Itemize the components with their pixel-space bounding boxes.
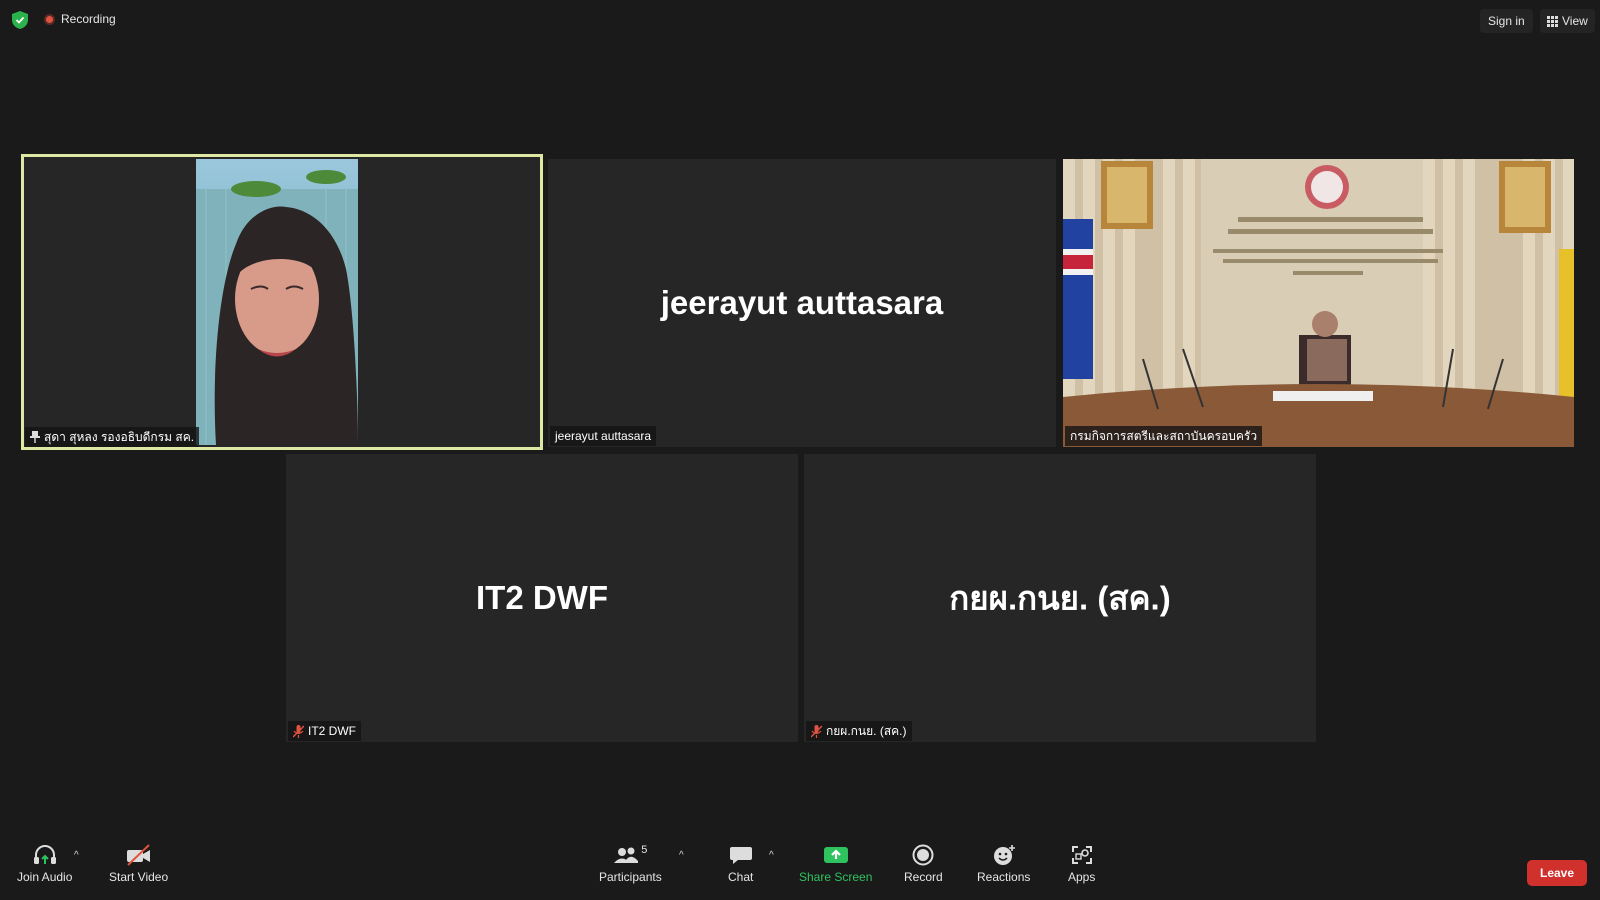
recording-dot-icon (44, 13, 55, 25)
participants-button[interactable]: 5 Participants (599, 844, 662, 884)
participant-name-label: กยผ.กนย. (สค.) (806, 721, 912, 741)
participant-name-label: jeerayut auttasara (550, 426, 657, 446)
participant-name-label: IT2 DWF (288, 721, 361, 741)
start-video-label: Start Video (109, 870, 169, 884)
participants-label: Participants (599, 870, 662, 884)
encryption-shield-icon[interactable] (12, 11, 28, 29)
participant-name: กรมกิจการสตรีและสถาบันครอบครัว (1070, 429, 1258, 443)
participants-count-badge: 5 (641, 844, 648, 856)
leave-button[interactable]: Leave (1527, 860, 1587, 886)
participant-name: กยผ.กนย. (สค.) (826, 724, 907, 738)
chat-icon (729, 847, 752, 864)
grid-icon (1547, 15, 1558, 27)
participant-name-label: สุดา สุหลง รองอธิบดีกรม สค. (25, 427, 200, 447)
video-tile[interactable]: กรมกิจการสตรีและสถาบันครอบครัว (1063, 159, 1574, 447)
apps-label: Apps (1068, 870, 1096, 884)
participant-name-label: กรมกิจการสตรีและสถาบันครอบครัว (1065, 426, 1263, 446)
share-screen-label: Share Screen (799, 870, 873, 884)
headphones-icon (33, 845, 56, 864)
participant-video (196, 159, 358, 445)
apps-icon (1071, 846, 1092, 864)
video-tile[interactable]: jeerayut auttasara jeerayut auttasara (548, 159, 1056, 447)
apps-button[interactable]: Apps (1068, 844, 1095, 884)
audio-options-caret-icon[interactable]: ^ (74, 850, 79, 861)
video-tile-active-speaker[interactable]: สุดา สุหลง รองอธิบดีกรม สค. (21, 154, 543, 450)
muted-mic-icon (293, 724, 304, 738)
video-tile[interactable]: กยผ.กนย. (สค.) กยผ.กนย. (สค.) (804, 454, 1316, 742)
record-button[interactable]: Record (904, 844, 943, 884)
join-audio-label: Join Audio (17, 870, 73, 884)
record-label: Record (904, 870, 943, 884)
reactions-button[interactable]: Reactions (977, 844, 1030, 884)
participants-options-caret-icon[interactable]: ^ (679, 850, 684, 861)
pin-icon (30, 431, 40, 443)
sign-in-button[interactable]: Sign in (1480, 9, 1533, 33)
muted-mic-icon (811, 724, 822, 738)
join-audio-button[interactable]: Join Audio (17, 844, 72, 884)
recording-indicator[interactable]: Recording (44, 12, 116, 26)
chat-options-caret-icon[interactable]: ^ (769, 850, 774, 861)
record-icon (912, 844, 934, 866)
video-tile[interactable]: IT2 DWF IT2 DWF (286, 454, 798, 742)
participants-icon (614, 847, 639, 863)
view-button[interactable]: View (1540, 9, 1595, 33)
participant-video (1063, 159, 1574, 447)
video-off-icon (126, 844, 150, 866)
recording-label: Recording (61, 12, 116, 26)
reactions-label: Reactions (977, 870, 1031, 884)
participant-display-name: jeerayut auttasara (660, 284, 944, 321)
participant-name: IT2 DWF (308, 724, 356, 738)
chat-button[interactable]: Chat (728, 844, 753, 884)
top-bar: Recording Sign in View (0, 0, 1600, 40)
start-video-button[interactable]: Start Video (109, 844, 168, 884)
participant-display-name: กยผ.กนย. (สค.) (949, 579, 1171, 617)
share-screen-icon (823, 847, 848, 863)
participant-name: สุดา สุหลง รองอธิบดีกรม สค. (44, 430, 195, 444)
view-label: View (1562, 14, 1588, 28)
share-screen-button[interactable]: Share Screen (799, 844, 872, 884)
chat-label: Chat (728, 870, 754, 884)
participant-display-name: IT2 DWF (476, 579, 608, 616)
reactions-smiley-icon (993, 845, 1015, 865)
meeting-toolbar: Join Audio ^ Start Video 5 Participants … (0, 838, 1600, 900)
participant-name: jeerayut auttasara (555, 429, 652, 443)
